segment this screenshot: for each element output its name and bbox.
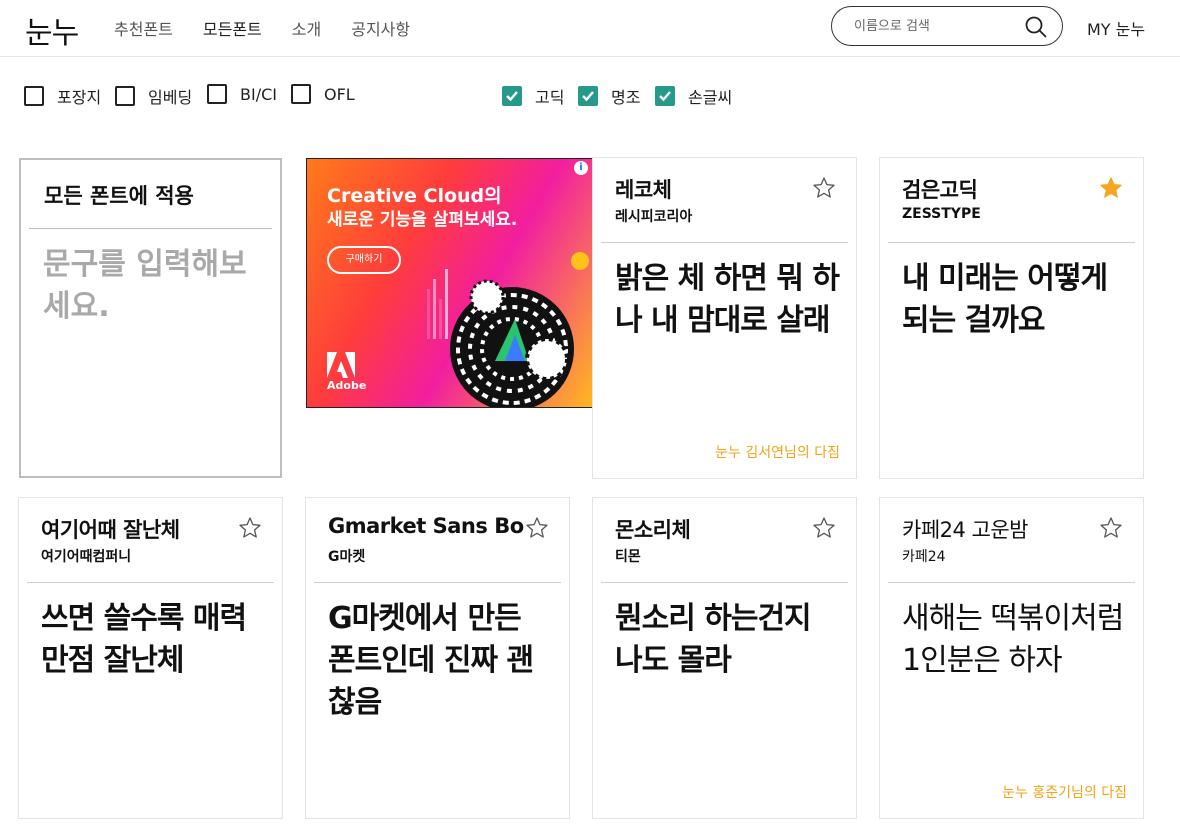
filter-handwriting[interactable]: 손글씨 [655,84,732,108]
adobe-ad-banner[interactable]: i Creative Cloud의 새로운 기능을 살펴보세요. 구매하기 Ad… [306,158,593,408]
filter-packaging[interactable]: 포장지 [24,84,101,108]
font-card[interactable]: Gmarket Sans Bold G마켓 G마켓에서 만든 폰트인데 진짜 괜… [305,497,570,819]
main-nav: 추천폰트 모든폰트 소개 공지사항 [114,16,410,40]
check-icon [659,91,671,102]
favorite-star-icon[interactable] [812,176,836,200]
checkbox-handwriting[interactable] [655,86,675,106]
favorite-star-icon[interactable] [525,516,549,540]
font-card[interactable]: 여기어때 잘난체 여기어때컴퍼니 쓰면 쓸수록 매력만점 잘난체 [18,497,283,819]
font-maker[interactable]: 레시피코리아 [615,206,692,226]
font-sample-text: 새해는 떡볶이처럼 1인분은 하자 [902,601,1124,678]
ad-subheadline: 새로운 기능을 살펴보세요. [327,210,518,230]
apply-all-card: 모든 폰트에 적용 [19,158,282,478]
divider [314,582,561,583]
font-maker[interactable]: 카페24 [902,546,946,566]
font-card[interactable]: 레코체 레시피코리아 밝은 체 하면 뭐 하나 내 맘대로 살래 눈누 김서연님… [592,157,857,479]
filter-embedding[interactable]: 임베딩 [115,84,192,108]
divider [27,582,274,583]
favorite-star-icon[interactable] [238,516,262,540]
pledge-text: 눈누 홍준기님의 다짐 [1002,785,1127,801]
font-sample-text: G마켓에서 만든 폰트인데 진짜 괜찮음 [328,601,534,720]
ad-headline: Creative Cloud의 [327,185,502,207]
filter-label: BI/CI [240,84,277,104]
checkbox-gothic[interactable] [502,86,522,106]
filter-myeongjo[interactable]: 명조 [578,84,640,108]
ad-brand: Adobe [327,379,367,392]
font-sample-text: 밝은 체 하면 뭐 하나 내 맘대로 살래 [615,261,840,338]
font-name[interactable]: Gmarket Sans Bold [328,514,533,538]
filter-gothic[interactable]: 고딕 [502,84,564,108]
adobe-logo-icon [327,352,355,378]
ad-info-icon[interactable]: i [574,161,588,175]
font-sample-text: 쓰면 쓸수록 매력만점 잘난체 [41,601,247,678]
checkbox-embedding[interactable] [115,86,135,106]
divider [888,582,1135,583]
sample-text-input[interactable] [43,244,261,444]
check-icon [582,91,594,102]
search-box [831,6,1063,46]
favorite-star-icon[interactable] [812,516,836,540]
divider [888,242,1135,243]
apply-all-title: 모든 폰트에 적용 [44,184,194,208]
top-header: 눈누 추천폰트 모든폰트 소개 공지사항 MY 눈누 [0,0,1180,57]
site-logo[interactable]: 눈누 [25,8,79,52]
nav-about[interactable]: 소개 [292,16,321,40]
favorite-star-filled-icon[interactable] [1099,176,1123,200]
check-icon [506,91,518,102]
favorite-star-icon[interactable] [1099,516,1123,540]
font-card[interactable]: 몬소리체 티몬 뭔소리 하는건지 나도 몰라 [592,497,857,819]
ad-buy-button[interactable]: 구매하기 [327,246,401,274]
my-noonnu-link[interactable]: MY 눈누 [1087,16,1145,40]
checkbox-myeongjo[interactable] [578,86,598,106]
search-icon[interactable] [1025,16,1047,38]
font-name[interactable]: 여기어때 잘난체 [41,514,180,544]
font-name[interactable]: 카페24 고운밤 [902,514,1028,544]
font-name[interactable]: 몬소리체 [615,514,690,544]
filter-label: 고딕 [535,88,565,107]
checkbox-ofl[interactable] [291,84,311,104]
filter-label: 임베딩 [148,88,193,107]
ad-abstract-art [427,252,589,407]
search-input[interactable] [854,16,1024,36]
filter-label: 명조 [611,88,641,107]
divider [601,582,848,583]
font-name[interactable]: 레코체 [615,174,671,204]
checkbox-bici[interactable] [207,84,227,104]
filter-label: 포장지 [57,88,102,107]
nav-recommended[interactable]: 추천폰트 [114,16,173,40]
pledge-text: 눈누 김서연님의 다짐 [715,445,840,461]
font-maker[interactable]: ZESSTYPE [902,206,981,222]
filter-label: OFL [324,84,355,104]
divider [601,242,848,243]
font-maker[interactable]: 티몬 [615,546,641,566]
font-name[interactable]: 검은고딕 [902,174,977,204]
filter-bici[interactable]: BI/CI [207,84,277,104]
font-maker[interactable]: 여기어때컴퍼니 [41,546,131,566]
font-card[interactable]: 검은고딕 ZESSTYPE 내 미래는 어떻게 되는 걸까요 [879,157,1144,479]
checkbox-packaging[interactable] [24,86,44,106]
font-sample-text: 내 미래는 어떻게 되는 걸까요 [902,261,1108,338]
nav-all-fonts[interactable]: 모든폰트 [203,16,262,40]
filter-ofl[interactable]: OFL [291,84,355,104]
font-sample-text: 뭔소리 하는건지 나도 몰라 [615,601,812,678]
font-maker[interactable]: G마켓 [328,546,365,566]
filter-label: 손글씨 [688,88,733,107]
font-card[interactable]: 카페24 고운밤 카페24 새해는 떡볶이처럼 1인분은 하자 눈누 홍준기님의… [879,497,1144,819]
nav-notice[interactable]: 공지사항 [351,16,410,40]
divider [29,228,272,229]
